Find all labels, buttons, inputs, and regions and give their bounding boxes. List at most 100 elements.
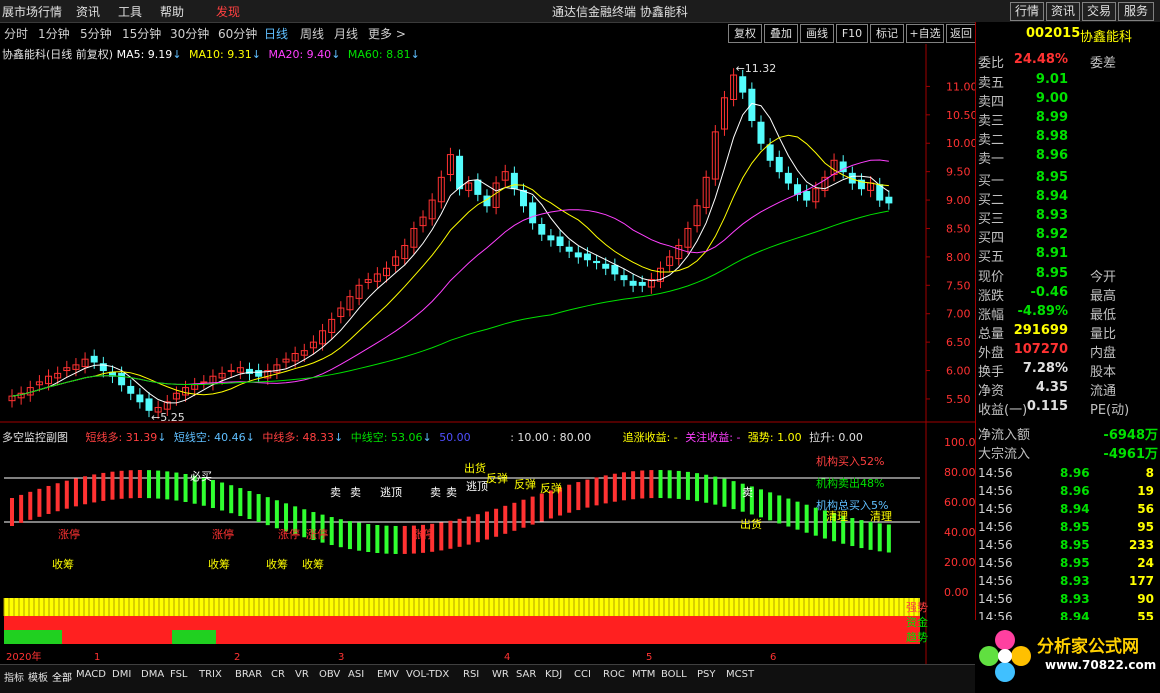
stat-row: 涨跌 -0.46 最高 [978,285,1117,304]
ribbon-bar [685,471,690,500]
bid-row: 买一 8.95 [978,170,1068,189]
trade-button[interactable]: 交易 [1082,2,1116,21]
price-label: 7.00 [946,308,971,321]
signal-tag: 逃顶 [380,486,402,499]
inst-sell-text: 机构卖出48% [816,477,885,490]
ribbon-bar [521,499,526,528]
trend-label: 趋势 [906,631,928,644]
adjust-button[interactable]: 复权 [728,24,762,43]
indicator-tab-指标[interactable]: 指标 [4,669,24,684]
indicator-tab-mtm[interactable]: MTM [632,669,655,680]
fund-strip [4,616,920,630]
indicator-tab-psy[interactable]: PSY [697,669,716,680]
period-30min[interactable]: 30分钟 [170,25,209,42]
fund-label: 资金 [906,616,928,629]
indicator-tab-dma[interactable]: DMA [141,669,164,680]
period-timeshare[interactable]: 分时 [4,25,28,42]
period-daily[interactable]: 日线 [264,25,288,42]
service-button[interactable]: 服务 [1118,2,1154,21]
ma10-label: MA10: 9.31 [189,48,252,61]
indicator-tab-模板[interactable]: 模板 [28,669,48,684]
period-60min[interactable]: 60分钟 [218,25,257,42]
strong-label: 强势: 1.00 [747,431,802,444]
indicator-tab-rsi[interactable]: RSI [463,669,479,680]
period-15min[interactable]: 15分钟 [122,25,161,42]
add-watchlist-button[interactable]: +自选 [906,24,944,43]
signal-tag: 逃顶 [466,480,488,493]
candle [611,264,619,275]
candle [885,196,893,204]
stat-row: 外盘 107270 内盘 [978,342,1117,361]
range-label: : 10.00 : 80.00 [510,431,592,444]
watermark-logo: 分析家公式网 www.70822.com [975,620,1160,692]
ribbon-bar [375,525,380,554]
ribbon-bar [247,490,252,519]
indicator-tab-trix[interactable]: TRIX [199,669,222,680]
price-label: 9.50 [946,166,971,179]
indicator-tab-roc[interactable]: ROC [603,669,625,680]
menu-help[interactable]: 帮助 [160,3,184,20]
sub-indicator: 100.0080.0060.0040.0020.000.00卖卖卖卖卖逃顶逃顶出… [3,436,975,663]
sub-title: 多空监控副图 [2,431,68,444]
draw-button[interactable]: 画线 [800,24,834,43]
signal-tag: 反弹 [540,481,562,495]
price-label: 6.00 [946,365,971,378]
period-1min[interactable]: 1分钟 [38,25,70,42]
news-button[interactable]: 资讯 [1046,2,1080,21]
indicator-tab-vr[interactable]: VR [295,669,309,680]
ask-row: 卖二 8.98 [978,129,1068,148]
kline-chart[interactable]: ←11.32←5.25 11.0010.5010.009.509.008.508… [0,44,975,664]
sub-axis-label: 40.00 [944,526,975,539]
candle [456,155,464,190]
period-5min[interactable]: 5分钟 [80,25,112,42]
sub-axis-label: 80.00 [944,466,975,479]
signal-tag: 涨停 [306,527,328,541]
period-monthly[interactable]: 月线 [334,25,358,42]
menu-market[interactable]: 展市场行情 [2,3,62,20]
ribbon-bar [366,524,371,553]
ribbon-bar [64,480,69,509]
indicator-tab-boll[interactable]: BOLL [661,669,687,680]
f10-button[interactable]: F10 [836,24,868,43]
price-label: 10.50 [946,109,975,122]
signal-tag: 收筹 [302,557,324,571]
period-more[interactable]: 更多 > [368,25,406,42]
indicator-tab-obv[interactable]: OBV [319,669,340,680]
indicator-tab-sar[interactable]: SAR [516,669,536,680]
menu-discover[interactable]: 发现 [216,3,240,20]
indicator-tab-wr[interactable]: WR [492,669,509,680]
indicator-tab-macd[interactable]: MACD [76,669,106,680]
indicator-tab-emv[interactable]: EMV [377,669,399,680]
menu-tools[interactable]: 工具 [118,3,142,20]
mark-button[interactable]: 标记 [870,24,904,43]
ribbon-bar [484,511,489,540]
ribbon-bar [475,514,480,543]
indicator-tab-cci[interactable]: CCI [574,669,591,680]
ribbon-bar [886,524,891,553]
candle [638,281,646,286]
indicator-tab-brar[interactable]: BRAR [235,669,262,680]
ribbon-bar [137,470,142,499]
indicator-tab-vol-tdx[interactable]: VOL-TDX [406,669,449,680]
menu-news[interactable]: 资讯 [76,3,100,20]
indicator-tab-asi[interactable]: ASI [348,669,364,680]
ribbon-bar [439,522,444,551]
indicator-tab-kdj[interactable]: KDJ [545,669,562,680]
ribbon-bar [457,518,462,547]
ribbon-bar [713,476,718,505]
back-button[interactable]: 返回 [946,24,976,43]
indicator-tab-fsl[interactable]: FSL [170,669,188,680]
indicator-tab-cr[interactable]: CR [271,669,285,680]
overlay-button[interactable]: 叠加 [764,24,798,43]
period-weekly[interactable]: 周线 [300,25,324,42]
indicator-tab-mcst[interactable]: MCST [726,669,754,680]
indicator-tab-dmi[interactable]: DMI [112,669,131,680]
ribbon-bar [649,470,654,499]
quote-button[interactable]: 行情 [1010,2,1044,21]
ribbon-bar [183,473,188,502]
ribbon-bar [147,470,152,499]
indicator-tab-全部[interactable]: 全部 [52,669,72,684]
ribbon-bar [256,494,261,523]
ask-row: 卖五 9.01 [978,72,1068,91]
ribbon-bar [704,474,709,503]
